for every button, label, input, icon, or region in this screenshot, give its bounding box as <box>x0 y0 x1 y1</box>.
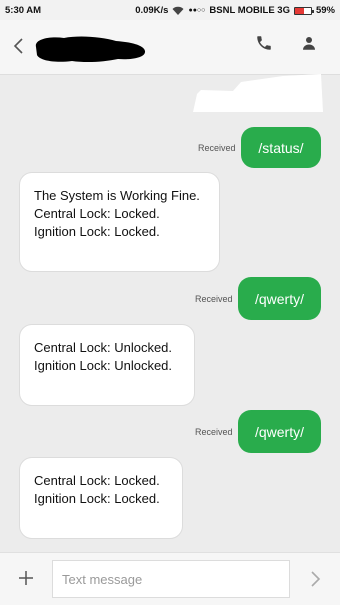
phone-icon[interactable] <box>255 34 273 52</box>
message-line: Central Lock: Locked. <box>34 206 160 221</box>
message-composer <box>0 552 340 605</box>
battery-icon <box>293 6 314 15</box>
delivery-status: Received <box>195 294 233 304</box>
incoming-message-bubble[interactable]: Central Lock: Unlocked. Ignition Lock: U… <box>19 324 195 406</box>
redaction-mark <box>193 74 323 112</box>
message-input[interactable] <box>52 560 290 598</box>
battery-level-fill <box>294 7 305 14</box>
chevron-left-icon[interactable] <box>12 35 26 57</box>
person-icon[interactable] <box>300 34 318 52</box>
outgoing-message-bubble[interactable]: /status/ <box>241 127 321 168</box>
message-line: Central Lock: Unlocked. <box>34 340 173 355</box>
battery-percent: 59% <box>315 5 335 16</box>
message-line: Ignition Lock: Locked. <box>34 224 160 239</box>
plus-icon[interactable] <box>17 569 35 587</box>
incoming-message-bubble[interactable]: Central Lock: Locked. Ignition Lock: Loc… <box>19 457 183 539</box>
message-text: /status/ <box>258 139 304 156</box>
message-text: /qwerty/ <box>254 290 304 307</box>
incoming-message-bubble[interactable]: The System is Working Fine. Central Lock… <box>19 172 220 272</box>
delivery-status: Received <box>198 143 236 153</box>
message-line: Ignition Lock: Locked. <box>34 491 160 506</box>
message-line: The System is Working Fine. <box>34 188 200 203</box>
message-line: Ignition Lock: Unlocked. <box>34 358 173 373</box>
conversation-header <box>0 20 340 75</box>
wifi-icon <box>172 6 184 15</box>
message-text: /qwerty/ <box>254 423 304 440</box>
status-time: 5:30 AM <box>5 5 42 16</box>
status-bar: 5:30 AM 0.09K/s ●●○○ BSNL MOBILE 3G 59% <box>0 0 340 20</box>
network-speed: 0.09K/s <box>135 5 169 16</box>
signal-strength-icon: ●●○○ <box>188 7 206 14</box>
send-icon[interactable] <box>308 569 322 589</box>
delivery-status: Received <box>195 427 233 437</box>
carrier-name: BSNL MOBILE 3G <box>209 5 290 16</box>
outgoing-message-bubble[interactable]: /qwerty/ <box>238 277 321 320</box>
message-line: Central Lock: Locked. <box>34 473 160 488</box>
outgoing-message-bubble[interactable]: /qwerty/ <box>238 410 321 453</box>
status-right-group: 0.09K/s ●●○○ BSNL MOBILE 3G 59% <box>135 5 335 16</box>
contact-name-redacted <box>32 33 147 65</box>
